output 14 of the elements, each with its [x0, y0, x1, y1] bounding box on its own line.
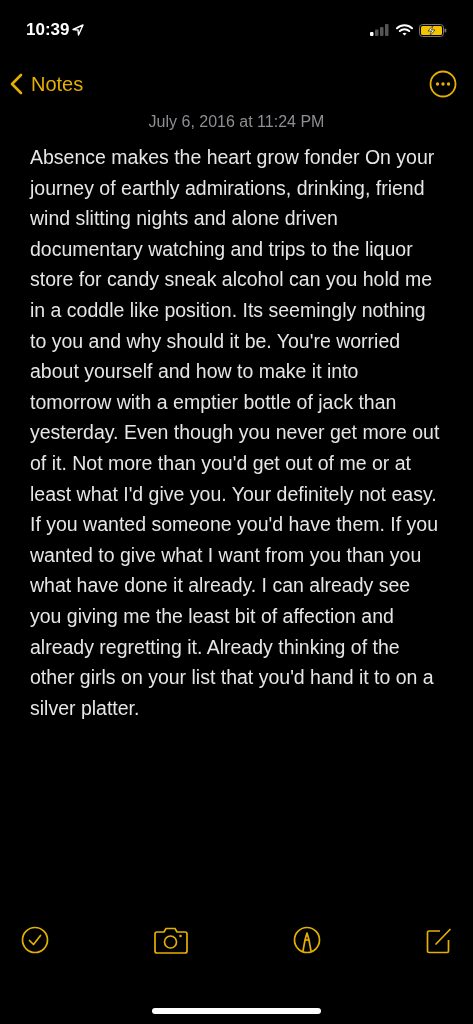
signal-icon — [370, 24, 390, 36]
more-button[interactable] — [429, 70, 457, 98]
location-arrow-icon — [72, 24, 85, 36]
status-time: 10:39 — [26, 19, 70, 42]
wifi-icon — [396, 24, 413, 36]
compose-icon[interactable] — [426, 926, 452, 954]
back-button[interactable]: Notes — [10, 69, 84, 99]
battery-charging-icon — [419, 23, 447, 37]
pen-tip-icon[interactable] — [293, 926, 321, 954]
note-body[interactable]: Absence makes the heart grow fonder On your journey of earthly admirations, drinking, friend wind slitting nights and alone driven documentary watching and trips to the liquor store for candy sneak alcohol can you hold me in a coddle like position. Its seemingly nothing to you and why should it be. You're worried about yourself and how to make it into tomorrow with a emptier bottle of jack than yesterday. Even though you never get more out of it. Not more than you'd get out of me or at least what I'd give you. Your definitely not easy. If you wanted someone you'd have them. If you wanted to give what I want from you than you what have done it already. I can already see you giving me the least bit of affection and already regretting it. Already thinking of the other girls on your list that you'd hand it to on a silver platter. — [0, 134, 473, 724]
checklist-icon[interactable] — [21, 926, 49, 954]
camera-icon[interactable] — [154, 926, 188, 954]
chevron-left-icon — [10, 73, 23, 95]
note-date: July 6, 2016 at 11:24 PM — [147, 112, 326, 132]
